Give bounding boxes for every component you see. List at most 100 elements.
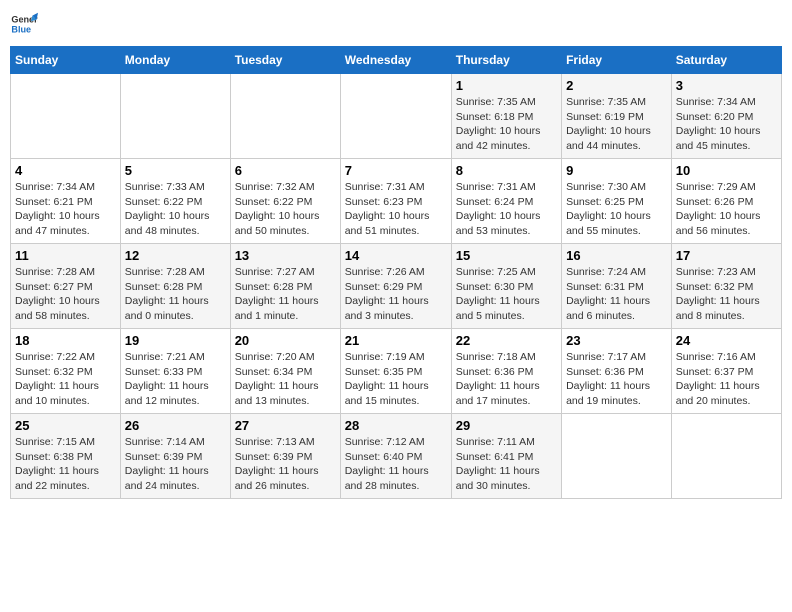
day-number: 18 (15, 333, 116, 348)
calendar-cell (11, 74, 121, 159)
calendar-cell: 15Sunrise: 7:25 AM Sunset: 6:30 PM Dayli… (451, 244, 561, 329)
day-number: 28 (345, 418, 447, 433)
day-number: 13 (235, 248, 336, 263)
calendar-cell: 10 Sunrise: 7:29 AM Sunset: 6:26 PM Dayli… (671, 159, 781, 244)
day-number: 15 (456, 248, 557, 263)
svg-text:Blue: Blue (11, 24, 31, 34)
day-info: Sunrise: 7:12 AM Sunset: 6:40 PM Dayligh… (345, 435, 447, 494)
header-sunday: Sunday (11, 47, 121, 74)
calendar-cell: 28 Sunrise: 7:12 AM Sunset: 6:40 PM Dayli… (340, 414, 451, 499)
day-number: 16 (566, 248, 667, 263)
calendar-cell (562, 414, 672, 499)
day-number: 29 (456, 418, 557, 433)
calendar-cell: 4 Sunrise: 7:34 AM Sunset: 6:21 PM Daylig… (11, 159, 121, 244)
calendar-cell: 18 Sunrise: 7:22 AM Sunset: 6:32 PM Dayli… (11, 329, 121, 414)
day-info: Sunrise: 7:24 AM Sunset: 6:31 PM Dayligh… (566, 265, 667, 324)
day-info: Sunrise: 7:17 AM Sunset: 6:36 PM Dayligh… (566, 350, 667, 409)
day-number: 9 (566, 163, 667, 178)
day-number: 17 (676, 248, 777, 263)
calendar-cell: 21Sunrise: 7:19 AM Sunset: 6:35 PM Dayli… (340, 329, 451, 414)
day-info: Sunrise: 7:31 AM Sunset: 6:24 PM Dayligh… (456, 180, 557, 239)
day-info: Sunrise: 7:26 AM Sunset: 6:29 PM Dayligh… (345, 265, 447, 324)
calendar-cell: 26 Sunrise: 7:14 AM Sunset: 6:39 PM Dayli… (120, 414, 230, 499)
day-info: Sunrise: 7:31 AM Sunset: 6:23 PM Dayligh… (345, 180, 447, 239)
day-number: 10 (676, 163, 777, 178)
week-row-2: 4 Sunrise: 7:34 AM Sunset: 6:21 PM Daylig… (11, 159, 782, 244)
calendar-cell: 20 Sunrise: 7:20 AM Sunset: 6:34 PM Dayli… (230, 329, 340, 414)
day-info: Sunrise: 7:35 AM Sunset: 6:19 PM Dayligh… (566, 95, 667, 154)
calendar-cell (120, 74, 230, 159)
day-info: Sunrise: 7:29 AM Sunset: 6:26 PM Dayligh… (676, 180, 777, 239)
day-number: 3 (676, 78, 777, 93)
day-number: 20 (235, 333, 336, 348)
calendar-cell: 9 Sunrise: 7:30 AM Sunset: 6:25 PM Daylig… (562, 159, 672, 244)
day-info: Sunrise: 7:23 AM Sunset: 6:32 PM Dayligh… (676, 265, 777, 324)
day-info: Sunrise: 7:15 AM Sunset: 6:38 PM Dayligh… (15, 435, 116, 494)
day-info: Sunrise: 7:22 AM Sunset: 6:32 PM Dayligh… (15, 350, 116, 409)
calendar-cell: 6Sunrise: 7:32 AM Sunset: 6:22 PM Daylig… (230, 159, 340, 244)
week-row-1: 1Sunrise: 7:35 AM Sunset: 6:18 PM Daylig… (11, 74, 782, 159)
header-friday: Friday (562, 47, 672, 74)
calendar-cell: 17 Sunrise: 7:23 AM Sunset: 6:32 PM Dayli… (671, 244, 781, 329)
calendar-cell: 13 Sunrise: 7:27 AM Sunset: 6:28 PM Dayli… (230, 244, 340, 329)
calendar-cell: 5 Sunrise: 7:33 AM Sunset: 6:22 PM Daylig… (120, 159, 230, 244)
calendar-cell: 27Sunrise: 7:13 AM Sunset: 6:39 PM Dayli… (230, 414, 340, 499)
calendar-cell: 19 Sunrise: 7:21 AM Sunset: 6:33 PM Dayli… (120, 329, 230, 414)
header-saturday: Saturday (671, 47, 781, 74)
day-info: Sunrise: 7:34 AM Sunset: 6:20 PM Dayligh… (676, 95, 777, 154)
day-number: 23 (566, 333, 667, 348)
calendar-cell (230, 74, 340, 159)
day-number: 4 (15, 163, 116, 178)
calendar-cell: 24 Sunrise: 7:16 AM Sunset: 6:37 PM Dayli… (671, 329, 781, 414)
calendar-cell: 25 Sunrise: 7:15 AM Sunset: 6:38 PM Dayli… (11, 414, 121, 499)
calendar-cell: 12Sunrise: 7:28 AM Sunset: 6:28 PM Dayli… (120, 244, 230, 329)
calendar-cell: 3 Sunrise: 7:34 AM Sunset: 6:20 PM Daylig… (671, 74, 781, 159)
day-info: Sunrise: 7:27 AM Sunset: 6:28 PM Dayligh… (235, 265, 336, 324)
header-monday: Monday (120, 47, 230, 74)
day-info: Sunrise: 7:14 AM Sunset: 6:39 PM Dayligh… (125, 435, 226, 494)
logo-icon: General Blue (10, 10, 38, 38)
day-info: Sunrise: 7:33 AM Sunset: 6:22 PM Dayligh… (125, 180, 226, 239)
day-info: Sunrise: 7:34 AM Sunset: 6:21 PM Dayligh… (15, 180, 116, 239)
day-info: Sunrise: 7:20 AM Sunset: 6:34 PM Dayligh… (235, 350, 336, 409)
calendar-header-row: SundayMondayTuesdayWednesdayThursdayFrid… (11, 47, 782, 74)
day-info: Sunrise: 7:28 AM Sunset: 6:28 PM Dayligh… (125, 265, 226, 324)
day-info: Sunrise: 7:28 AM Sunset: 6:27 PM Dayligh… (15, 265, 116, 324)
day-info: Sunrise: 7:21 AM Sunset: 6:33 PM Dayligh… (125, 350, 226, 409)
day-info: Sunrise: 7:30 AM Sunset: 6:25 PM Dayligh… (566, 180, 667, 239)
calendar-cell: 29 Sunrise: 7:11 AM Sunset: 6:41 PM Dayli… (451, 414, 561, 499)
calendar-cell (340, 74, 451, 159)
calendar-cell: 11 Sunrise: 7:28 AM Sunset: 6:27 PM Dayli… (11, 244, 121, 329)
calendar-cell: 1Sunrise: 7:35 AM Sunset: 6:18 PM Daylig… (451, 74, 561, 159)
day-info: Sunrise: 7:18 AM Sunset: 6:36 PM Dayligh… (456, 350, 557, 409)
day-number: 25 (15, 418, 116, 433)
day-number: 5 (125, 163, 226, 178)
header-thursday: Thursday (451, 47, 561, 74)
day-number: 21 (345, 333, 447, 348)
day-number: 8 (456, 163, 557, 178)
page-header: General Blue (10, 10, 782, 38)
day-number: 1 (456, 78, 557, 93)
calendar-cell (671, 414, 781, 499)
week-row-3: 11 Sunrise: 7:28 AM Sunset: 6:27 PM Dayli… (11, 244, 782, 329)
day-info: Sunrise: 7:11 AM Sunset: 6:41 PM Dayligh… (456, 435, 557, 494)
day-number: 26 (125, 418, 226, 433)
day-number: 11 (15, 248, 116, 263)
calendar-cell: 14 Sunrise: 7:26 AM Sunset: 6:29 PM Dayli… (340, 244, 451, 329)
day-info: Sunrise: 7:16 AM Sunset: 6:37 PM Dayligh… (676, 350, 777, 409)
week-row-5: 25 Sunrise: 7:15 AM Sunset: 6:38 PM Dayli… (11, 414, 782, 499)
day-number: 22 (456, 333, 557, 348)
day-number: 27 (235, 418, 336, 433)
day-number: 6 (235, 163, 336, 178)
header-tuesday: Tuesday (230, 47, 340, 74)
calendar-cell: 23 Sunrise: 7:17 AM Sunset: 6:36 PM Dayli… (562, 329, 672, 414)
calendar-cell: 2 Sunrise: 7:35 AM Sunset: 6:19 PM Daylig… (562, 74, 672, 159)
calendar-table: SundayMondayTuesdayWednesdayThursdayFrid… (10, 46, 782, 499)
day-number: 2 (566, 78, 667, 93)
calendar-cell: 16 Sunrise: 7:24 AM Sunset: 6:31 PM Dayli… (562, 244, 672, 329)
calendar-cell: 22 Sunrise: 7:18 AM Sunset: 6:36 PM Dayli… (451, 329, 561, 414)
day-number: 24 (676, 333, 777, 348)
day-number: 19 (125, 333, 226, 348)
header-wednesday: Wednesday (340, 47, 451, 74)
day-number: 14 (345, 248, 447, 263)
